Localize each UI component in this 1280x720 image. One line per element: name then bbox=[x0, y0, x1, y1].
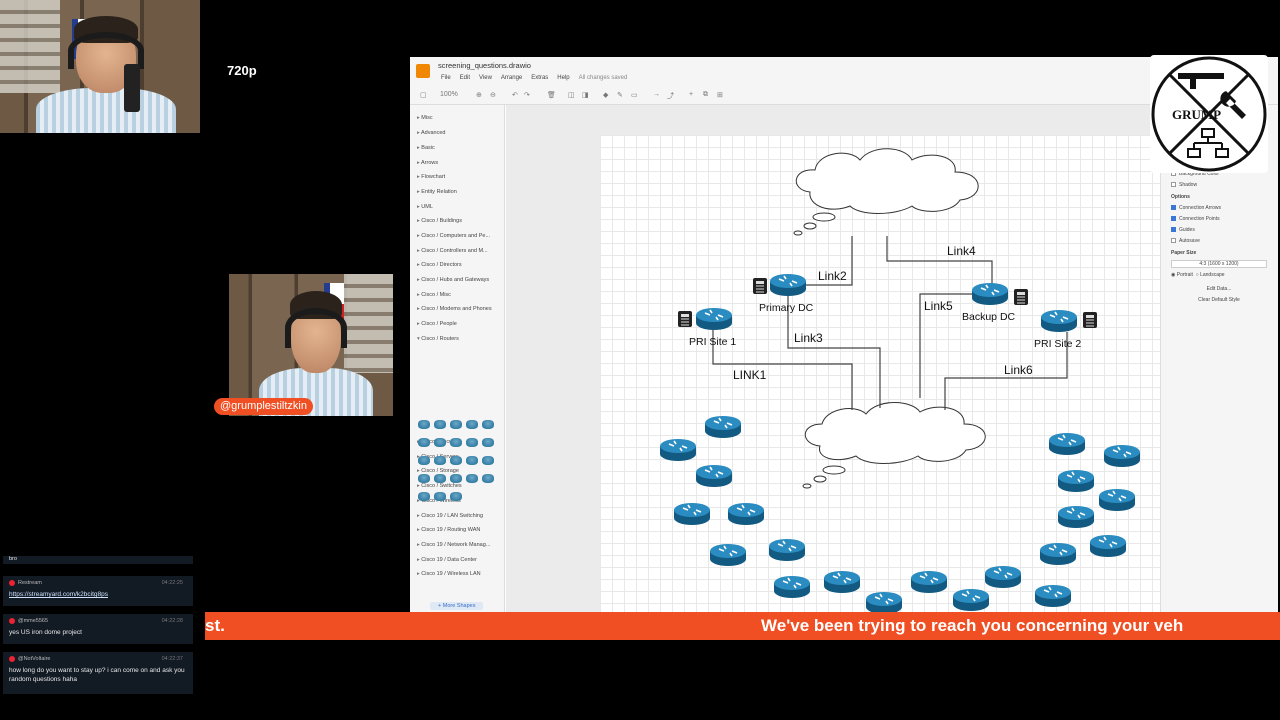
primary-dc-router-icon[interactable] bbox=[769, 273, 807, 297]
primary-dc-label[interactable]: Primary DC bbox=[759, 302, 814, 314]
link4-label[interactable]: Link4 bbox=[947, 244, 976, 258]
link2-label[interactable]: Link2 bbox=[818, 269, 847, 283]
stream-layout: 720p @grumplestiltzkin bro Restream 04:2… bbox=[0, 0, 1280, 720]
router-icon[interactable] bbox=[1034, 584, 1072, 608]
site2-router-icon[interactable] bbox=[1040, 309, 1078, 333]
router-icon[interactable] bbox=[865, 591, 903, 615]
link5-label[interactable]: Link5 bbox=[924, 299, 953, 313]
link3-label[interactable]: Link3 bbox=[794, 331, 823, 345]
router-icon[interactable] bbox=[1089, 534, 1127, 558]
channel-logo: GRUMP bbox=[1150, 55, 1268, 173]
link-lines bbox=[712, 236, 1068, 410]
backup-dc-router-icon[interactable] bbox=[971, 282, 1009, 306]
backup-dc-phone-icon[interactable] bbox=[1013, 288, 1029, 306]
router-icon[interactable] bbox=[709, 543, 747, 567]
router-icon[interactable] bbox=[673, 502, 711, 526]
link4-line[interactable] bbox=[886, 236, 993, 284]
link1-label[interactable]: LINK1 bbox=[733, 368, 767, 382]
ticker-text-left: st. bbox=[205, 616, 225, 635]
router-icon[interactable] bbox=[727, 502, 765, 526]
router-icon[interactable] bbox=[984, 565, 1022, 589]
router-icon[interactable] bbox=[1048, 432, 1086, 456]
backup-dc-label[interactable]: Backup DC bbox=[962, 311, 1016, 323]
ticker-text: We've been trying to reach you concernin… bbox=[761, 616, 1184, 635]
site2-label[interactable]: PRI Site 2 bbox=[1034, 338, 1081, 350]
router-icon[interactable] bbox=[1057, 469, 1095, 493]
wan-cloud-bottom[interactable] bbox=[802, 402, 986, 489]
router-icon[interactable] bbox=[768, 538, 806, 562]
link6-label[interactable]: Link6 bbox=[1004, 363, 1033, 377]
router-icon[interactable] bbox=[659, 438, 697, 462]
router-icon[interactable] bbox=[704, 415, 742, 439]
router-icon[interactable] bbox=[1098, 488, 1136, 512]
router-icon[interactable] bbox=[1039, 542, 1077, 566]
site1-label[interactable]: PRI Site 1 bbox=[689, 336, 736, 348]
primary-dc-phone-icon[interactable] bbox=[752, 277, 768, 295]
wan-cloud-top[interactable] bbox=[793, 148, 979, 236]
router-icon[interactable] bbox=[773, 575, 811, 599]
site2-phone-icon[interactable] bbox=[1082, 311, 1098, 329]
logo-text: GRUMP bbox=[1172, 107, 1221, 122]
router-icon[interactable] bbox=[1103, 444, 1141, 468]
grump-logo-icon: GRUMP bbox=[1151, 56, 1267, 172]
router-icon[interactable] bbox=[952, 588, 990, 612]
router-icon[interactable] bbox=[1057, 505, 1095, 529]
router-icon[interactable] bbox=[823, 570, 861, 594]
ticker-bar: st. We've been trying to reach you conce… bbox=[205, 612, 1280, 640]
site1-router-icon[interactable] bbox=[695, 307, 733, 331]
router-icon[interactable] bbox=[910, 570, 948, 594]
site1-phone-icon[interactable] bbox=[677, 310, 693, 328]
router-icon[interactable] bbox=[695, 464, 733, 488]
